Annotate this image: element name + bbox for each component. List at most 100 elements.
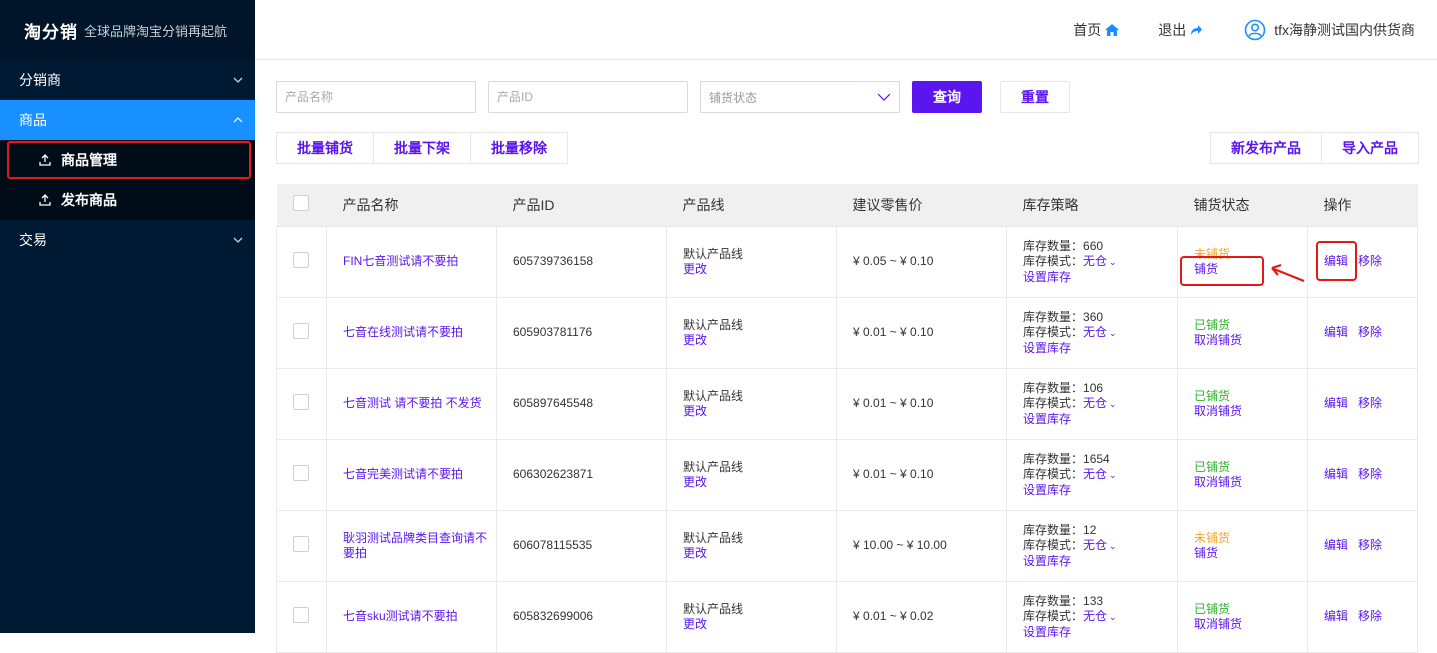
batch-actions: 批量铺货 批量下架 批量移除 [276,132,568,164]
stock-mode-dropdown[interactable]: 无仓 ⌄ [1083,396,1117,410]
status-cell: 已铺货 取消铺货 [1177,580,1308,653]
product-line-value: 默认产品线 [683,459,744,474]
batch-distribute-button[interactable]: 批量铺货 [276,132,374,164]
change-line-link[interactable]: 更改 [683,546,836,561]
stock-mode-value: 无仓 [1083,537,1108,552]
row-select-cell [276,509,327,582]
menu-label: 商品 [19,112,47,128]
change-line-link[interactable]: 更改 [683,475,836,490]
upload-icon [39,194,51,206]
stock-qty-label: 库存数量： [1023,522,1084,537]
cancel-distribute-link[interactable]: 取消铺货 [1194,617,1307,632]
menu-label: 交易 [19,232,47,248]
product-submenu: 商品管理 发布商品 [0,140,255,220]
product-name-link[interactable]: 七音完美测试请不要拍 [343,467,463,481]
select-placeholder: 铺货状态 [709,90,758,105]
home-label: 首页 [1073,21,1102,38]
product-name-link[interactable]: FIN七音测试请不要拍 [343,254,458,268]
chevron-down-icon [231,75,245,86]
change-line-link[interactable]: 更改 [683,404,836,419]
product-line-value: 默认产品线 [683,530,744,545]
col-status: 铺货状态 [1177,184,1308,227]
submenu-product-management[interactable]: 商品管理 [6,140,252,180]
set-stock-link[interactable]: 设置库存 [1023,341,1177,356]
stock-mode-dropdown[interactable]: 无仓 ⌄ [1083,538,1117,552]
query-button[interactable]: 查询 [912,81,982,113]
row-select-cell [276,225,327,298]
set-stock-link[interactable]: 设置库存 [1023,270,1177,285]
change-line-link[interactable]: 更改 [683,617,836,632]
product-id-cell: 606302623871 [496,438,667,511]
distribution-status-select[interactable]: 铺货状态 [700,81,900,113]
submenu-publish-product[interactable]: 发布商品 [0,180,255,220]
select-all-checkbox[interactable] [292,195,309,212]
remove-link[interactable]: 移除 [1358,467,1382,481]
remove-link[interactable]: 移除 [1358,538,1382,552]
row-select-cell [276,580,327,653]
row-checkbox[interactable] [293,606,309,623]
row-checkbox[interactable] [293,251,309,268]
remove-link[interactable]: 移除 [1358,254,1382,268]
stock-mode-dropdown[interactable]: 无仓 ⌄ [1083,254,1117,268]
edit-link[interactable]: 编辑 [1324,609,1348,623]
product-name-cell: 七音完美测试请不要拍 [326,438,497,511]
table-row: 七音sku测试请不要拍 605832699006 默认产品线 更改 ¥ 0.01… [276,580,1418,653]
product-name-link[interactable]: 七音测试 请不要拍 不发货 [343,396,482,410]
batch-remove-button[interactable]: 批量移除 [470,132,568,164]
change-line-link[interactable]: 更改 [683,262,836,277]
edit-link[interactable]: 编辑 [1324,467,1348,481]
remove-link[interactable]: 移除 [1358,609,1382,623]
stock-mode-dropdown[interactable]: 无仓 ⌄ [1083,609,1117,623]
product-name-cell: 耿羽测试品牌类目查询请不要拍 [326,509,497,582]
row-checkbox[interactable] [293,535,309,552]
logout-link[interactable]: 退出 [1158,20,1203,40]
new-product-button[interactable]: 新发布产品 [1210,132,1322,164]
set-stock-link[interactable]: 设置库存 [1023,625,1177,640]
menu-distributor[interactable]: 分销商 [0,60,255,100]
set-stock-link[interactable]: 设置库存 [1023,412,1177,427]
product-line-cell: 默认产品线 更改 [666,225,837,298]
stock-mode-dropdown[interactable]: 无仓 ⌄ [1083,467,1117,481]
table-row: 七音在线测试请不要拍 605903781176 默认产品线 更改 ¥ 0.01 … [276,296,1418,369]
chevron-down-icon: ⌄ [1109,327,1117,338]
home-icon [1105,23,1120,36]
batch-offshelf-button[interactable]: 批量下架 [373,132,471,164]
remove-link[interactable]: 移除 [1358,325,1382,339]
stock-cell: 库存数量：660 库存模式：无仓 ⌄ 设置库存 [1006,225,1178,298]
import-product-button[interactable]: 导入产品 [1321,132,1419,164]
remove-link[interactable]: 移除 [1358,396,1382,410]
user-profile[interactable]: tfx海静测试国内供货商 [1241,19,1415,41]
menu-product[interactable]: 商品 [0,100,255,140]
reset-button[interactable]: 重置 [1000,81,1070,113]
product-name-link[interactable]: 七音sku测试请不要拍 [343,609,458,623]
product-id-input[interactable] [488,81,688,113]
home-link[interactable]: 首页 [1073,20,1120,40]
edit-link[interactable]: 编辑 [1324,538,1348,552]
product-name-link[interactable]: 耿羽测试品牌类目查询请不要拍 [343,531,487,560]
product-name-input[interactable] [276,81,476,113]
set-stock-link[interactable]: 设置库存 [1023,554,1177,569]
change-line-link[interactable]: 更改 [683,333,836,348]
chevron-down-icon: ⌄ [1109,398,1117,409]
cancel-distribute-link[interactable]: 取消铺货 [1194,333,1307,348]
edit-link[interactable]: 编辑 [1324,325,1348,339]
row-checkbox[interactable] [293,322,309,339]
product-line-value: 默认产品线 [683,317,744,332]
cancel-distribute-link[interactable]: 取消铺货 [1194,404,1307,419]
distribute-link[interactable]: 铺货 [1194,546,1307,561]
product-table: 产品名称 产品ID 产品线 建议零售价 库存策略 铺货状态 操作 FIN七音测试… [276,184,1418,653]
cancel-distribute-link[interactable]: 取消铺货 [1194,475,1307,490]
row-select-cell [276,438,327,511]
topbar: 首页 退出 tfx海静测试国内供货商 [255,0,1437,60]
menu-trade[interactable]: 交易 [0,220,255,260]
product-name-link[interactable]: 七音在线测试请不要拍 [343,325,463,339]
edit-link[interactable]: 编辑 [1324,396,1348,410]
stock-mode-dropdown[interactable]: 无仓 ⌄ [1083,325,1117,339]
submenu-label: 发布商品 [61,192,117,208]
product-id-cell: 605897645548 [496,367,667,440]
row-checkbox[interactable] [293,464,309,481]
stock-qty-label: 库存数量： [1023,309,1084,324]
stock-qty-value: 1654 [1083,451,1110,466]
row-checkbox[interactable] [293,393,309,410]
set-stock-link[interactable]: 设置库存 [1023,483,1177,498]
